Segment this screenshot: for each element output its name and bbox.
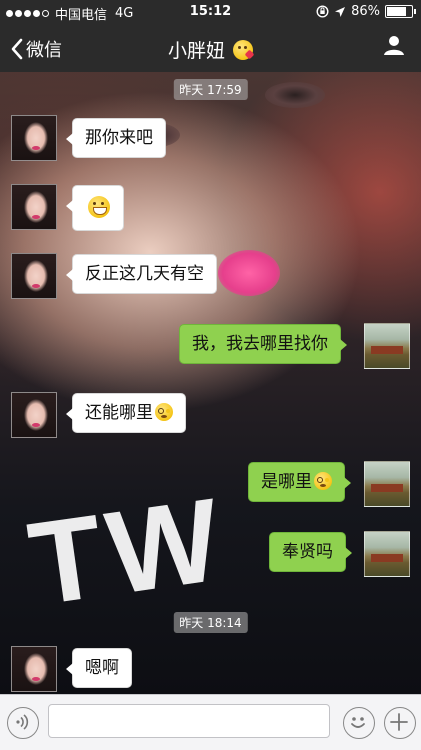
message-text: 我，我去哪里找你 [192,334,328,354]
dizzy-face-emoji-icon [314,472,332,490]
rotation-lock-icon [316,5,329,18]
message-timestamp: 昨天 17:59 [173,79,248,100]
person-icon [384,36,404,55]
message-bubble-outgoing[interactable]: 奉贤吗 [269,532,352,572]
message-text: 反正这几天有空 [85,264,204,284]
message-bubble-incoming[interactable]: 反正这几天有空 [66,254,217,294]
dizzy-face-emoji-icon [155,403,173,421]
message-text: 嗯啊 [85,658,119,678]
battery-icon [385,5,416,18]
chat-background-photo: TW [0,72,421,694]
message-text: 那你来吧 [85,128,153,148]
location-arrow-icon [335,6,346,17]
input-bar [0,694,421,750]
my-avatar[interactable] [364,323,410,369]
contact-avatar[interactable] [11,392,57,438]
contact-avatar[interactable] [11,253,57,299]
message-bubble-incoming[interactable]: 那你来吧 [66,118,166,158]
message-bubble-incoming[interactable] [66,185,124,231]
chat-screen: TW 中国电信 4G 15:12 86% 微信 小胖妞 昨天 17:59 那你来… [0,0,421,750]
message-text: 是哪里 [261,472,312,492]
battery-percent: 86% [351,4,380,19]
nav-bar: 微信 小胖妞 [0,24,421,72]
voice-icon [16,714,29,730]
chat-title: 小胖妞 [0,36,421,63]
chat-title-text: 小胖妞 [167,40,225,62]
my-avatar[interactable] [364,461,410,507]
message-text: 奉贤吗 [282,542,333,562]
message-text: 还能哪里 [85,403,153,423]
message-bubble-outgoing[interactable]: 我，我去哪里找你 [179,324,347,364]
contact-avatar[interactable] [11,115,57,161]
smiley-icon [351,717,365,728]
grinning-emoji-icon [88,196,110,218]
contact-avatar[interactable] [11,184,57,230]
status-bar: 中国电信 4G 15:12 86% [0,0,421,24]
voice-button[interactable] [7,707,39,739]
background-lips [218,250,280,296]
kissing-heart-emoji-icon [233,40,254,60]
message-timestamp: 昨天 18:14 [173,612,248,633]
more-options-button[interactable] [384,707,416,739]
contact-avatar[interactable] [11,646,57,692]
status-right: 86% [316,4,416,19]
message-input[interactable] [48,704,330,738]
chat-info-button[interactable] [383,34,405,60]
message-bubble-incoming[interactable]: 还能哪里 [66,393,186,433]
my-avatar[interactable] [364,531,410,577]
message-bubble-incoming[interactable]: 嗯啊 [66,648,132,688]
background-shirt-text: TW [21,473,234,631]
emoji-button[interactable] [343,707,375,739]
message-bubble-outgoing[interactable]: 是哪里 [248,462,351,502]
plus-icon [390,713,408,731]
